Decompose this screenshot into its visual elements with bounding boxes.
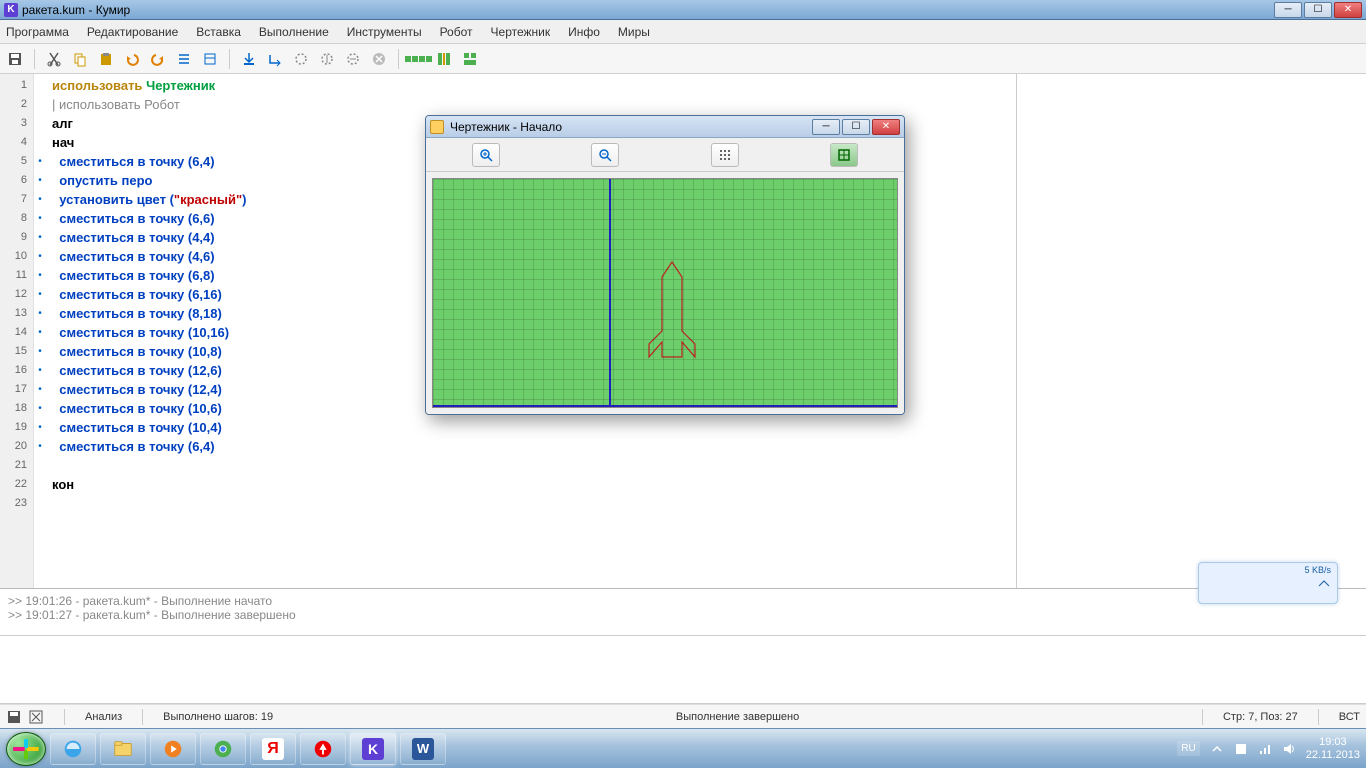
- zoom-in-icon[interactable]: [472, 143, 500, 167]
- tray-clock[interactable]: 19:03 22.11.2013: [1306, 736, 1360, 762]
- taskbar: Я K W RU 19:03 22.11.2013: [0, 728, 1366, 768]
- status-runmsg: Выполнение завершено: [293, 711, 1182, 723]
- toolbar: [0, 44, 1366, 74]
- status-analysis: Анализ: [85, 711, 122, 723]
- drawer-titlebar[interactable]: Чертежник - Начало ─ ☐ ✕: [426, 116, 904, 138]
- window-minimize-button[interactable]: ─: [1274, 2, 1302, 18]
- menu-program[interactable]: Программа: [6, 25, 69, 39]
- tray-flag-icon[interactable]: [1234, 742, 1248, 756]
- undo-icon[interactable]: [121, 48, 143, 70]
- window-title: ракета.kum - Кумир: [22, 3, 130, 17]
- margin: ••••••••••••••••: [34, 74, 46, 588]
- statusbar: Анализ Выполнено шагов: 19 Выполнение за…: [0, 704, 1366, 728]
- window-close-button[interactable]: ✕: [1334, 2, 1362, 18]
- tray-chevron-up-icon[interactable]: [1210, 742, 1224, 756]
- status-cursor-pos: Стр: 7, Поз: 27: [1223, 711, 1298, 723]
- grid-dots-icon[interactable]: [711, 143, 739, 167]
- task-ie[interactable]: [50, 733, 96, 765]
- gadget-speed: 5 KB/s: [1304, 565, 1331, 575]
- console-lower: [0, 636, 1366, 704]
- copy-icon[interactable]: [69, 48, 91, 70]
- tray-language[interactable]: RU: [1177, 741, 1199, 756]
- task-explorer[interactable]: [100, 733, 146, 765]
- step-icon[interactable]: [290, 48, 312, 70]
- window-maximize-button[interactable]: ☐: [1304, 2, 1332, 18]
- line-gutter: 1234567891011121314151617181920212223: [0, 74, 34, 588]
- drawer-window[interactable]: Чертежник - Начало ─ ☐ ✕: [425, 115, 905, 415]
- system-tray: RU 19:03 22.11.2013: [1177, 736, 1360, 762]
- task-word[interactable]: W: [400, 733, 446, 765]
- tray-network-icon[interactable]: [1258, 742, 1272, 756]
- drawer-canvas[interactable]: [432, 178, 898, 408]
- task-kumir[interactable]: K: [350, 733, 396, 765]
- cut-icon[interactable]: [43, 48, 65, 70]
- options-icon[interactable]: [199, 48, 221, 70]
- step-into-icon[interactable]: [238, 48, 260, 70]
- drawer-toolbar: [426, 138, 904, 172]
- save-icon[interactable]: [4, 48, 26, 70]
- menu-robot[interactable]: Робот: [440, 25, 473, 39]
- layout-mixed-icon[interactable]: [459, 48, 481, 70]
- status-clear-icon[interactable]: [28, 709, 44, 725]
- layout-columns-icon[interactable]: [433, 48, 455, 70]
- paste-icon[interactable]: [95, 48, 117, 70]
- layout-grid-icon[interactable]: [407, 48, 429, 70]
- drawer-maximize-button[interactable]: ☐: [842, 119, 870, 135]
- status-insert-mode: ВСТ: [1339, 711, 1360, 723]
- app-icon: K: [4, 3, 18, 17]
- status-save-icon[interactable]: [6, 709, 22, 725]
- menu-worlds[interactable]: Миры: [618, 25, 650, 39]
- redo-icon[interactable]: [147, 48, 169, 70]
- status-steps: Выполнено шагов: 19: [163, 711, 273, 723]
- side-panel: [1016, 74, 1366, 588]
- tray-sound-icon[interactable]: [1282, 742, 1296, 756]
- task-chrome[interactable]: [200, 733, 246, 765]
- start-button[interactable]: [6, 732, 46, 766]
- window-titlebar: K ракета.kum - Кумир ─ ☐ ✕: [0, 0, 1366, 20]
- menubar: Программа Редактирование Вставка Выполне…: [0, 20, 1366, 44]
- list-icon[interactable]: [173, 48, 195, 70]
- drawer-title: Чертежник - Начало: [450, 120, 562, 134]
- zoom-out-icon[interactable]: [591, 143, 619, 167]
- drawer-window-icon: [430, 120, 444, 134]
- tray-date: 22.11.2013: [1306, 749, 1360, 762]
- step-over-icon[interactable]: [264, 48, 286, 70]
- fit-view-icon[interactable]: [830, 143, 858, 167]
- drawer-close-button[interactable]: ✕: [872, 119, 900, 135]
- menu-insert[interactable]: Вставка: [196, 25, 241, 39]
- menu-info[interactable]: Инфо: [568, 25, 600, 39]
- task-yabrowser[interactable]: [300, 733, 346, 765]
- menu-run[interactable]: Выполнение: [259, 25, 329, 39]
- output-console[interactable]: >> 19:01:26 - ракета.kum* - Выполнение н…: [0, 590, 1366, 636]
- step-icon-3[interactable]: [342, 48, 364, 70]
- tray-time: 19:03: [1306, 736, 1360, 749]
- menu-tools[interactable]: Инструменты: [347, 25, 422, 39]
- task-yandex[interactable]: Я: [250, 733, 296, 765]
- step-icon-2[interactable]: [316, 48, 338, 70]
- network-gadget[interactable]: 5 KB/s: [1198, 562, 1338, 604]
- menu-drawer[interactable]: Чертежник: [491, 25, 551, 39]
- stop-icon[interactable]: [368, 48, 390, 70]
- menu-edit[interactable]: Редактирование: [87, 25, 178, 39]
- drawer-minimize-button[interactable]: ─: [812, 119, 840, 135]
- task-media[interactable]: [150, 733, 196, 765]
